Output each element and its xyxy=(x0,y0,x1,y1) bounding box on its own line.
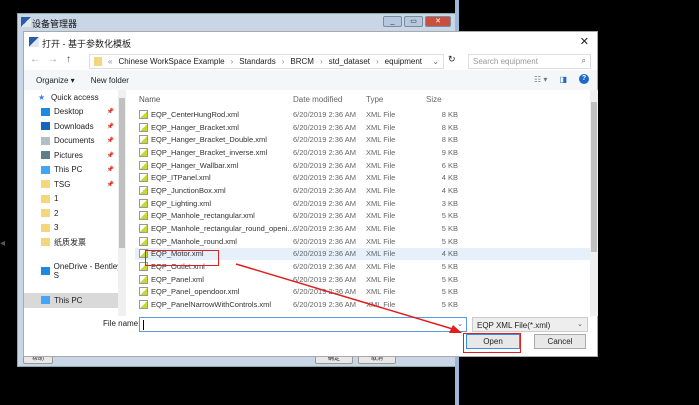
annotation-arrow xyxy=(235,263,462,333)
